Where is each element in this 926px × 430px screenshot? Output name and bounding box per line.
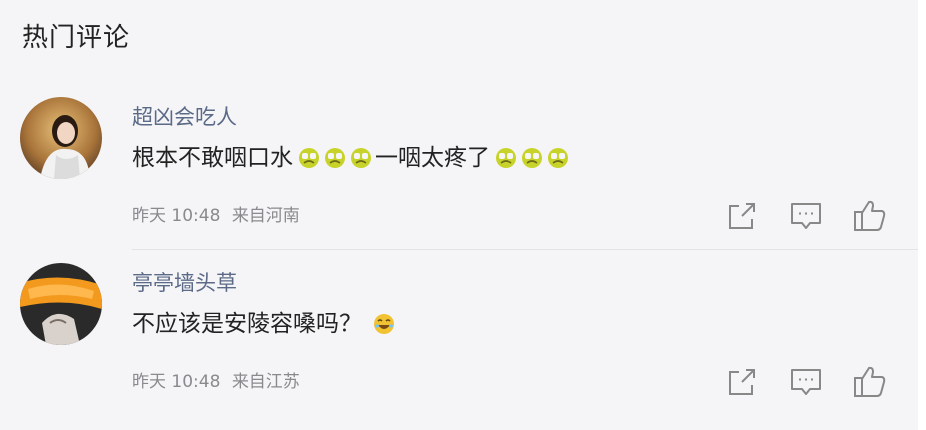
comment-location: 来自江苏 xyxy=(231,372,300,392)
comment-text: 根本不敢咽口水 一咽太疼了 xyxy=(132,141,572,175)
avatar[interactable] xyxy=(20,263,102,345)
hot-comments-panel: 热门评论 超凶会吃人 根本不敢咽口水 一咽太疼了 昨天 10:48 来自河南 亭… xyxy=(0,0,918,430)
comment-button[interactable] xyxy=(786,362,826,402)
comment-divider xyxy=(132,249,918,250)
comment-username[interactable]: 亭亭墙头草 xyxy=(132,268,237,298)
share-icon xyxy=(729,369,755,395)
laughing-emoji-icon xyxy=(372,313,398,335)
comment-icon xyxy=(791,203,821,229)
share-icon xyxy=(729,203,755,229)
avatar[interactable] xyxy=(20,97,102,179)
comment-location: 来自河南 xyxy=(231,206,300,226)
comment-time: 昨天 10:48 xyxy=(132,206,221,226)
share-button[interactable] xyxy=(722,362,762,402)
share-button[interactable] xyxy=(722,196,762,236)
comment-button[interactable] xyxy=(786,196,826,236)
crying-emoji-icon xyxy=(297,147,375,169)
like-button[interactable] xyxy=(850,362,890,402)
comment-actions xyxy=(718,196,898,236)
scrollbar-track xyxy=(918,0,926,430)
section-title: 热门评论 xyxy=(22,23,131,53)
comment-time: 昨天 10:48 xyxy=(132,372,221,392)
comment-meta: 昨天 10:48 来自江苏 xyxy=(132,368,300,396)
comment-text-part: 不应该是安陵容嗓吗？ xyxy=(132,311,362,337)
crying-emoji-icon xyxy=(494,147,572,169)
comment-meta: 昨天 10:48 来自河南 xyxy=(132,202,300,230)
comment-icon xyxy=(791,369,821,395)
thumbs-up-icon xyxy=(854,366,886,397)
comment-text-part: 根本不敢咽口水 xyxy=(132,145,293,171)
comment-username[interactable]: 超凶会吃人 xyxy=(132,102,237,132)
comment-text-part: 一咽太疼了 xyxy=(375,145,490,171)
thumbs-up-icon xyxy=(854,200,886,231)
like-button[interactable] xyxy=(850,196,890,236)
comment-text: 不应该是安陵容嗓吗？ xyxy=(132,307,398,341)
comment-actions xyxy=(718,362,898,402)
